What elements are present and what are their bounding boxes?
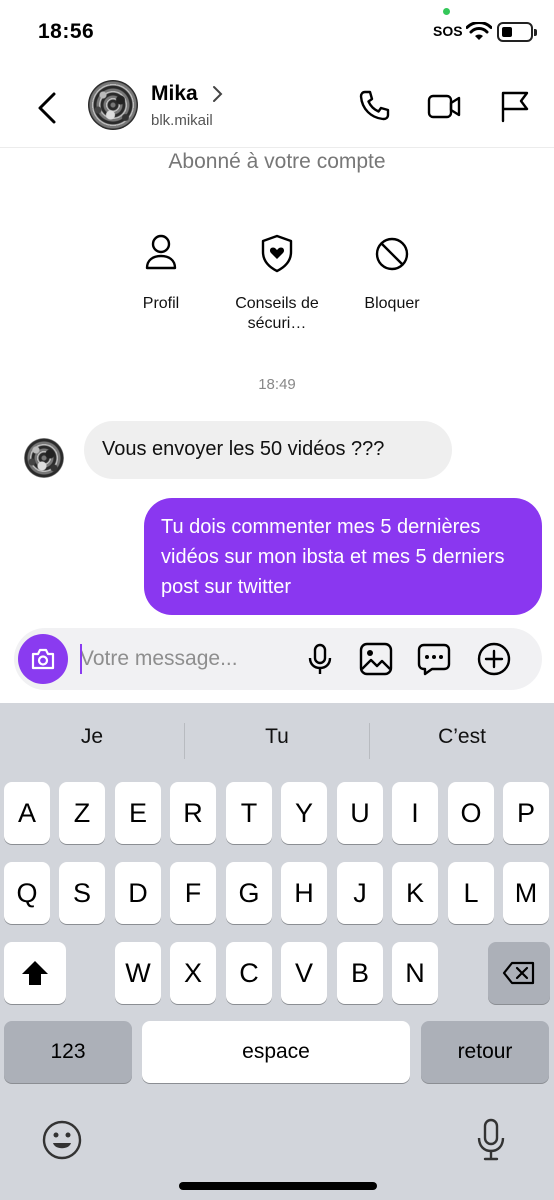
sos-indicator: SOS — [433, 23, 463, 39]
contact-name[interactable]: Mika — [151, 82, 198, 106]
key-i[interactable]: I — [392, 782, 438, 844]
person-icon — [145, 234, 177, 270]
privacy-indicator-dot — [443, 8, 450, 15]
key-u[interactable]: U — [337, 782, 383, 844]
profile-action[interactable]: Profil — [106, 232, 216, 314]
message-input[interactable] — [80, 644, 280, 674]
chat-bubble-icon[interactable] — [416, 641, 452, 677]
key-p[interactable]: P — [503, 782, 549, 844]
subscribed-text: Abonné à votre compte — [168, 150, 386, 173]
text-caret — [80, 644, 82, 674]
block-action-label: Bloquer — [364, 295, 420, 312]
safety-tips-action[interactable]: Conseils de sécuri… — [222, 232, 332, 334]
key-f[interactable]: F — [170, 862, 216, 924]
battery-icon — [497, 22, 537, 42]
back-button[interactable] — [30, 88, 64, 128]
contact-avatar[interactable] — [88, 80, 138, 130]
key-v[interactable]: V — [281, 942, 327, 1004]
key-j[interactable]: J — [337, 862, 383, 924]
block-action[interactable]: Bloquer — [337, 232, 447, 314]
key-z[interactable]: Z — [59, 782, 105, 844]
incoming-message[interactable]: Vous envoyer les 50 vidéos ??? — [84, 421, 452, 479]
suggestion-1[interactable]: Je — [0, 725, 184, 749]
key-s[interactable]: S — [59, 862, 105, 924]
key-h[interactable]: H — [281, 862, 327, 924]
plus-circle-icon[interactable] — [476, 641, 512, 677]
key-b[interactable]: B — [337, 942, 383, 1004]
shift-icon — [22, 961, 48, 985]
status-time: 18:56 — [38, 20, 95, 43]
key-g[interactable]: G — [226, 862, 272, 924]
emoji-icon[interactable] — [41, 1119, 83, 1161]
sender-avatar[interactable] — [24, 438, 64, 478]
message-timestamp: 18:49 — [258, 376, 296, 393]
video-camera-icon[interactable] — [426, 88, 462, 124]
dictation-microphone-icon[interactable] — [474, 1117, 508, 1163]
message-composer — [14, 628, 542, 690]
chevron-right-icon[interactable] — [210, 84, 224, 104]
suggestion-3[interactable]: C’est — [370, 725, 554, 749]
flag-icon[interactable] — [498, 88, 534, 124]
key-l[interactable]: L — [448, 862, 494, 924]
wifi-icon — [466, 22, 492, 40]
key-e[interactable]: E — [115, 782, 161, 844]
delete-key[interactable] — [488, 942, 550, 1004]
camera-button[interactable] — [18, 634, 68, 684]
key-t[interactable]: T — [226, 782, 272, 844]
image-icon[interactable] — [358, 641, 394, 677]
space-key[interactable]: espace — [142, 1021, 410, 1083]
microphone-icon[interactable] — [302, 641, 338, 677]
key-q[interactable]: Q — [4, 862, 50, 924]
suggestion-2[interactable]: Tu — [185, 725, 369, 749]
key-a[interactable]: A — [4, 782, 50, 844]
block-icon — [375, 237, 409, 271]
numbers-key[interactable]: 123 — [4, 1021, 132, 1083]
key-r[interactable]: R — [170, 782, 216, 844]
key-x[interactable]: X — [170, 942, 216, 1004]
key-d[interactable]: D — [115, 862, 161, 924]
contact-username[interactable]: blk.mikail — [151, 112, 213, 129]
outgoing-message[interactable]: Tu dois commenter mes 5 dernières vidéos… — [144, 498, 542, 615]
camera-icon — [31, 648, 55, 670]
profile-action-label: Profil — [142, 295, 180, 312]
status-bar: 18:56 SOS — [0, 0, 554, 66]
key-n[interactable]: N — [392, 942, 438, 1004]
key-y[interactable]: Y — [281, 782, 327, 844]
phone-icon[interactable] — [356, 88, 392, 124]
key-w[interactable]: W — [115, 942, 161, 1004]
key-m[interactable]: M — [503, 862, 549, 924]
backspace-icon — [502, 961, 535, 985]
safety-tips-label: Conseils de sécuri… — [235, 295, 319, 332]
keyboard: Je Tu C’est A Z E R T Y U I O P Q S D F … — [0, 703, 554, 1200]
return-key[interactable]: retour — [421, 1021, 549, 1083]
key-c[interactable]: C — [226, 942, 272, 1004]
key-o[interactable]: O — [448, 782, 494, 844]
home-indicator — [179, 1182, 377, 1190]
chat-header: Mika blk.mikail — [0, 66, 554, 148]
shield-heart-icon — [261, 234, 293, 273]
key-k[interactable]: K — [392, 862, 438, 924]
shift-key[interactable] — [4, 942, 66, 1004]
